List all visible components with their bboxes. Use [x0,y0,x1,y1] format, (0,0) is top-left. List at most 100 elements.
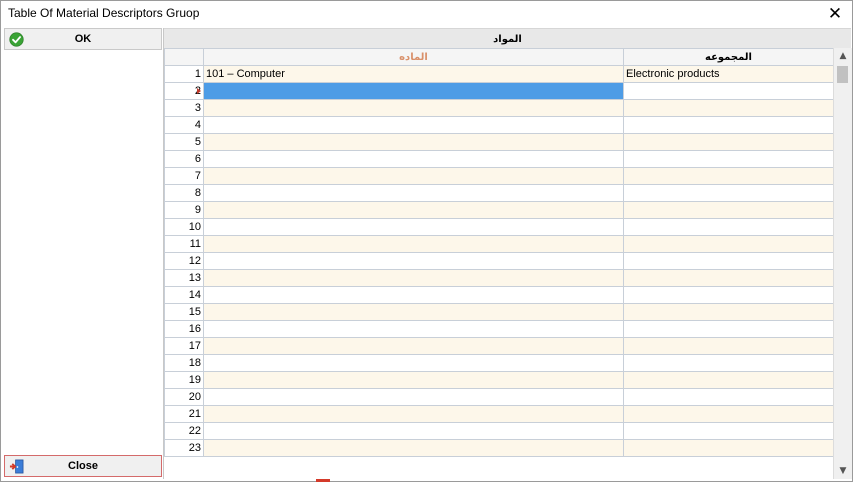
material-cell[interactable] [203,150,624,168]
material-cell[interactable] [203,269,624,287]
table-row[interactable]: 6 [164,150,834,168]
material-cell[interactable] [203,337,624,355]
table-row[interactable]: 20 [164,388,834,406]
material-cell[interactable] [203,82,624,100]
row-number[interactable]: 12 [164,252,204,270]
table-row[interactable]: 1 101 – Computer Electronic products [164,65,834,83]
material-cell[interactable] [203,439,624,457]
group-cell[interactable] [623,286,834,304]
row-number[interactable]: 11 [164,235,204,253]
material-cell[interactable] [203,218,624,236]
ok-button[interactable]: OK [4,28,162,50]
table-row[interactable]: 21 [164,405,834,423]
material-cell[interactable] [203,320,624,338]
material-cell[interactable] [203,286,624,304]
group-cell[interactable] [623,337,834,355]
material-cell[interactable] [203,167,624,185]
group-cell[interactable] [623,116,834,134]
table-row[interactable]: 7 [164,167,834,185]
group-cell[interactable] [623,422,834,440]
group-cell[interactable] [623,371,834,389]
scroll-thumb[interactable] [837,66,848,83]
row-number[interactable]: 19 [164,371,204,389]
table-row[interactable]: 14 [164,286,834,304]
group-cell[interactable] [623,388,834,406]
row-number[interactable]: 2 [164,82,204,100]
table-row[interactable]: 18 [164,354,834,372]
table-row[interactable]: 19 [164,371,834,389]
table-row[interactable]: 17 [164,337,834,355]
group-cell[interactable] [623,167,834,185]
group-cell[interactable] [623,133,834,151]
row-number[interactable]: 17 [164,337,204,355]
group-cell[interactable] [623,269,834,287]
row-number[interactable]: 8 [164,184,204,202]
table-row[interactable]: 10 [164,218,834,236]
group-cell[interactable] [623,99,834,117]
group-cell[interactable] [623,252,834,270]
group-cell[interactable] [623,235,834,253]
material-cell[interactable] [203,133,624,151]
material-cell[interactable]: 101 – Computer [203,65,624,83]
material-cell[interactable] [203,422,624,440]
group-cell[interactable] [623,439,834,457]
row-number[interactable]: 13 [164,269,204,287]
group-cell[interactable] [623,354,834,372]
row-number[interactable]: 23 [164,439,204,457]
row-number[interactable]: 3 [164,99,204,117]
group-cell[interactable] [623,320,834,338]
table-row[interactable]: 23 [164,439,834,457]
group-cell[interactable] [623,184,834,202]
table-row[interactable]: 22 [164,422,834,440]
row-number[interactable]: 21 [164,405,204,423]
table-row[interactable]: 16 [164,320,834,338]
close-button[interactable]: Close [4,455,162,477]
group-cell[interactable] [623,201,834,219]
material-cell[interactable] [203,354,624,372]
material-cell[interactable] [203,303,624,321]
scroll-up-icon[interactable]: ▲ [834,48,852,64]
table-row[interactable]: 5 [164,133,834,151]
material-cell[interactable] [203,201,624,219]
row-number[interactable]: 4 [164,116,204,134]
group-cell[interactable] [623,150,834,168]
table-row[interactable]: 11 [164,235,834,253]
table-row[interactable]: 3 [164,99,834,117]
table-row[interactable]: 13 [164,269,834,287]
material-cell[interactable] [203,405,624,423]
row-number[interactable]: 7 [164,167,204,185]
table-row[interactable]: 8 [164,184,834,202]
table-row[interactable]: 15 [164,303,834,321]
material-cell[interactable] [203,116,624,134]
material-cell[interactable] [203,388,624,406]
row-number[interactable]: 1 [164,65,204,83]
group-cell[interactable]: Electronic products [623,65,834,83]
material-cell[interactable] [203,99,624,117]
row-number[interactable]: 9 [164,201,204,219]
row-number[interactable]: 10 [164,218,204,236]
column-header-group[interactable]: المجموعه [623,48,834,66]
table-row[interactable]: 9 [164,201,834,219]
row-number[interactable]: 15 [164,303,204,321]
table-row[interactable]: 4 [164,116,834,134]
group-cell[interactable] [623,218,834,236]
group-cell[interactable] [623,82,834,100]
column-header-material[interactable]: الماده [203,48,624,66]
row-number[interactable]: 6 [164,150,204,168]
row-number[interactable]: 14 [164,286,204,304]
group-cell[interactable] [623,303,834,321]
close-window-icon[interactable]: ✕ [822,2,848,26]
row-number[interactable]: 20 [164,388,204,406]
scroll-down-icon[interactable]: ▼ [834,463,852,479]
group-cell[interactable] [623,405,834,423]
vertical-scrollbar[interactable]: ▲ ▼ [833,48,852,479]
material-cell[interactable] [203,184,624,202]
table-row[interactable]: 2 [164,82,834,100]
row-number[interactable]: 18 [164,354,204,372]
row-number[interactable]: 22 [164,422,204,440]
table-row[interactable]: 12 [164,252,834,270]
row-number[interactable]: 16 [164,320,204,338]
material-cell[interactable] [203,235,624,253]
material-cell[interactable] [203,252,624,270]
row-number[interactable]: 5 [164,133,204,151]
